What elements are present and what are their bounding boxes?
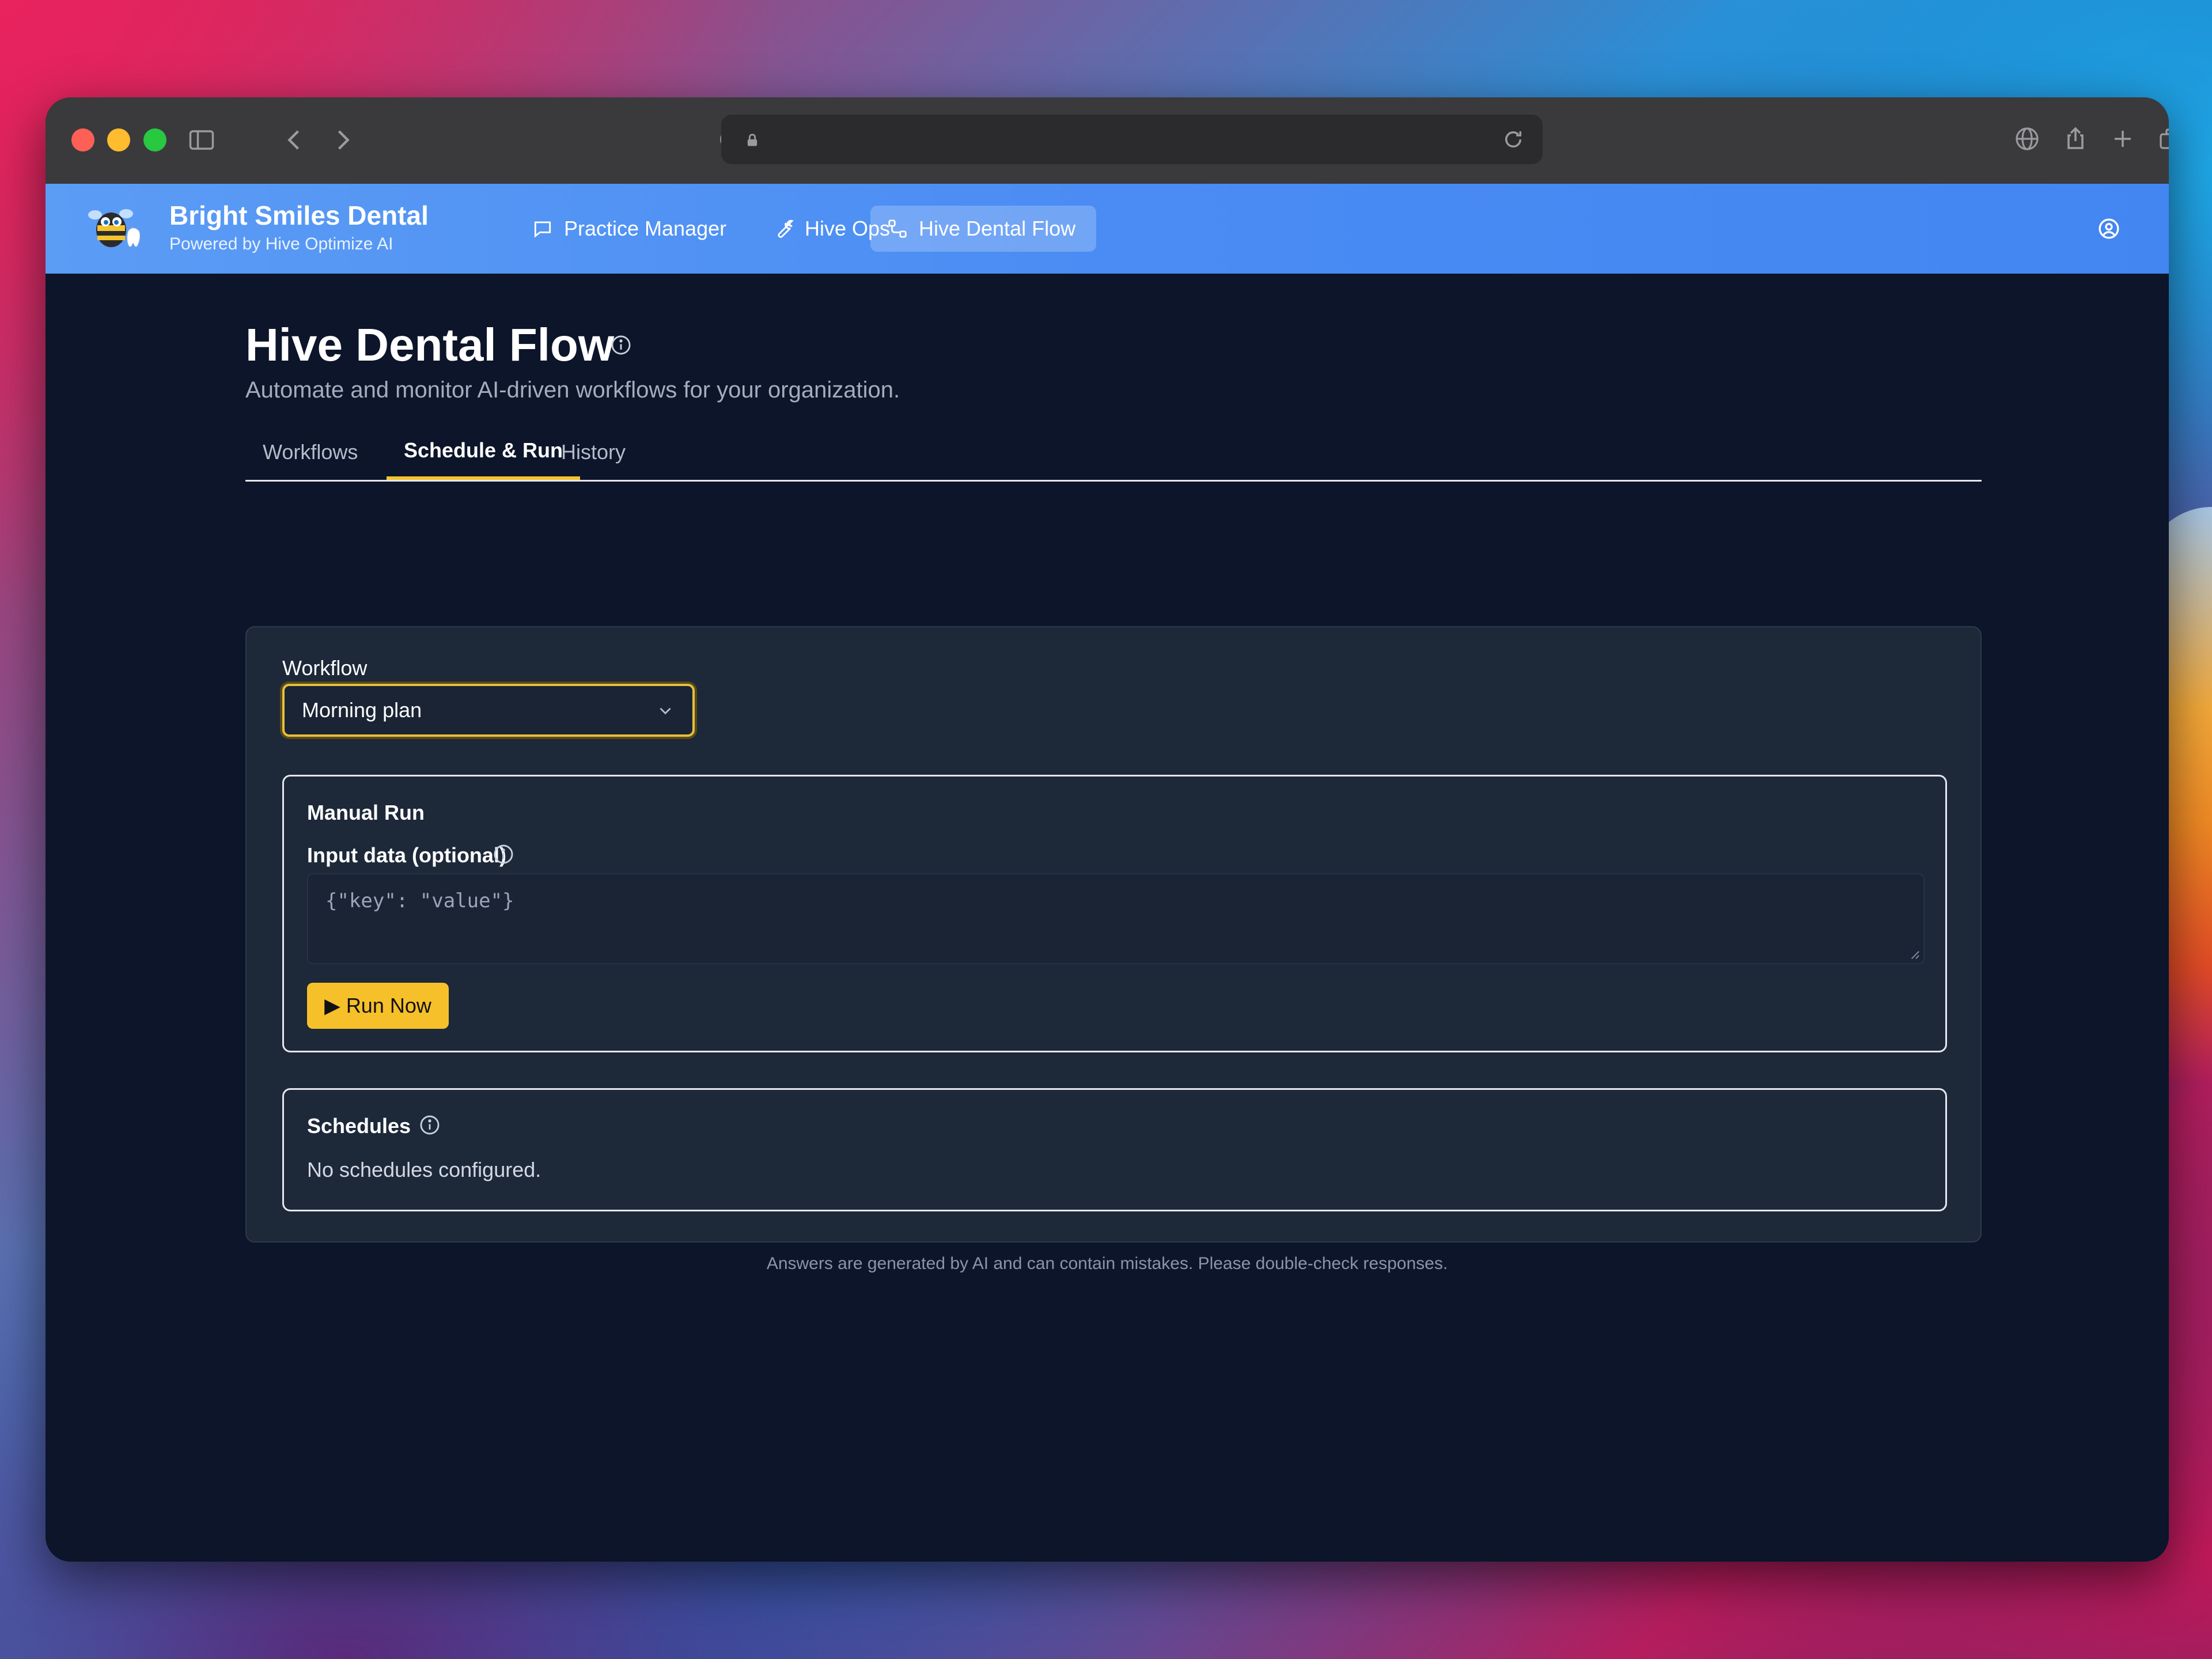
app-header: Bright Smiles Dental Powered by Hive Opt… (46, 184, 2169, 274)
globe-icon[interactable] (2013, 125, 2041, 153)
info-icon[interactable] (419, 1114, 441, 1136)
chevron-down-icon (660, 707, 671, 715)
back-arrow-icon[interactable] (279, 125, 309, 155)
run-now-button[interactable]: ▶ Run Now (307, 983, 449, 1029)
workflow-select[interactable]: Morning plan (282, 684, 695, 737)
workflow-select-value: Morning plan (302, 698, 422, 722)
sidebar-toggle-icon[interactable] (187, 125, 217, 155)
maximize-window-button[interactable] (143, 128, 166, 151)
ai-disclaimer: Answers are generated by AI and can cont… (766, 1254, 1448, 1273)
schedules-card: Schedules No schedules configured. (282, 1088, 1947, 1211)
input-data-placeholder: {"key": "value"} (325, 889, 514, 912)
nav-practice-manager[interactable]: Practice Manager (516, 206, 743, 252)
page-subtitle: Automate and monitor AI-driven workflows… (245, 377, 900, 403)
input-data-textarea[interactable]: {"key": "value"} (307, 873, 1925, 964)
address-bar[interactable] (721, 115, 1543, 164)
manual-run-title: Manual Run (307, 801, 425, 824)
chat-bubble-icon (534, 221, 551, 238)
forward-arrow-icon[interactable] (328, 125, 358, 155)
reload-icon[interactable] (1501, 127, 1525, 151)
workflow-icon (888, 219, 907, 238)
manual-run-card: Manual Run Input data (optional) {"key":… (282, 775, 1947, 1052)
resize-grip-icon[interactable] (1910, 949, 1920, 960)
browser-titlebar (46, 97, 2169, 185)
nav-hive-dental-flow[interactable]: Hive Dental Flow (870, 206, 1096, 252)
bee-tooth-logo-icon[interactable] (87, 202, 145, 254)
input-data-label: Input data (optional) (307, 843, 506, 867)
info-icon[interactable] (610, 334, 632, 356)
tab-bar: Workflows Schedule & Run History (245, 425, 1982, 482)
wrench-icon (778, 219, 794, 238)
share-icon[interactable] (2062, 125, 2089, 153)
workflow-label: Workflow (282, 656, 368, 680)
page-title: Hive Dental Flow (245, 319, 615, 370)
schedules-title: Schedules (307, 1114, 411, 1138)
brand-subtitle: Powered by Hive Optimize AI (169, 234, 393, 253)
nav-label: Hive Dental Flow (919, 217, 1076, 240)
close-window-button[interactable] (71, 128, 94, 151)
main-content: Hive Dental Flow Automate and monitor AI… (46, 274, 2169, 1562)
tab-workflows[interactable]: Workflows (245, 425, 375, 480)
lock-icon (744, 131, 760, 149)
info-icon[interactable] (493, 843, 514, 865)
user-circle-icon[interactable] (2097, 217, 2120, 240)
nav-label: Practice Manager (564, 217, 727, 240)
schedules-empty-text: No schedules configured. (307, 1158, 541, 1181)
minimize-window-button[interactable] (107, 128, 130, 151)
tab-overview-icon[interactable] (2157, 125, 2169, 153)
browser-window: Bright Smiles Dental Powered by Hive Opt… (46, 97, 2169, 1562)
tab-history[interactable]: History (544, 425, 643, 480)
schedule-run-panel: Workflow Morning plan Manual Run Input d… (245, 626, 1982, 1243)
new-tab-icon[interactable] (2109, 125, 2137, 153)
brand-title[interactable]: Bright Smiles Dental (169, 200, 429, 231)
